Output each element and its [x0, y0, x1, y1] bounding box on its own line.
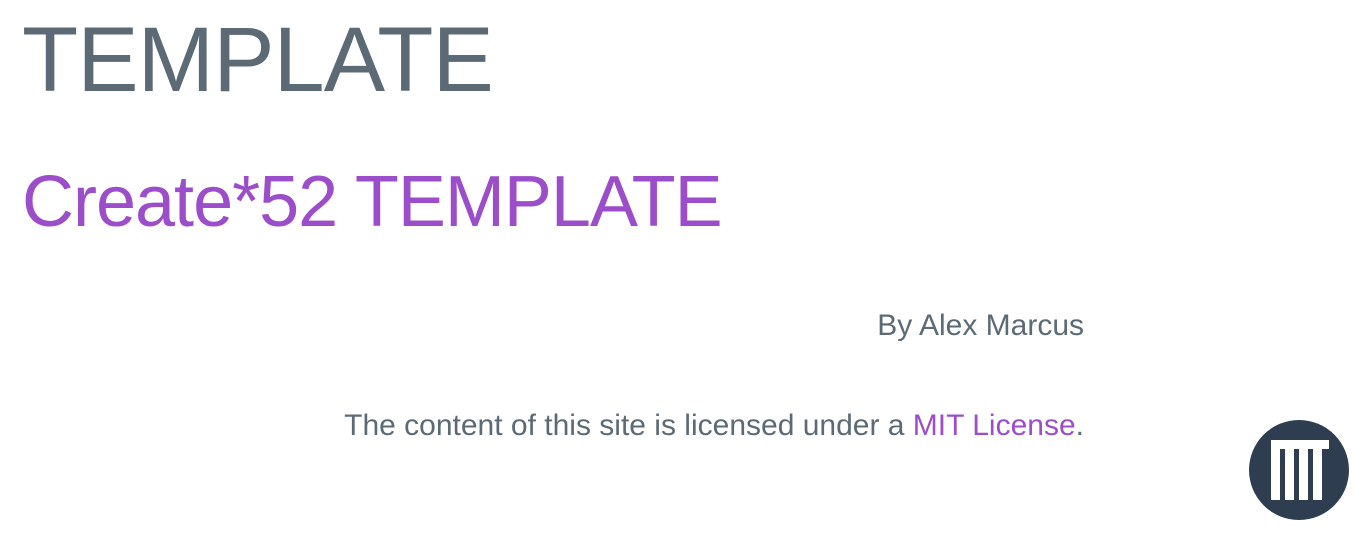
mit-logo-glyph — [1271, 440, 1329, 500]
mit-logo-icon[interactable] — [1249, 420, 1349, 520]
license-suffix: . — [1075, 409, 1084, 442]
post-author: By Alex Marcus — [877, 309, 1084, 342]
page: TEMPLATE Create*52 TEMPLATE By Alex Marc… — [0, 0, 1354, 536]
license-prefix: The content of this site is licensed und… — [344, 409, 913, 442]
mit-license-link[interactable]: MIT License — [913, 409, 1076, 442]
post-title: Create*52 TEMPLATE — [22, 162, 723, 242]
license-notice: The content of this site is licensed und… — [344, 408, 1084, 444]
site-title: TEMPLATE — [22, 9, 494, 111]
